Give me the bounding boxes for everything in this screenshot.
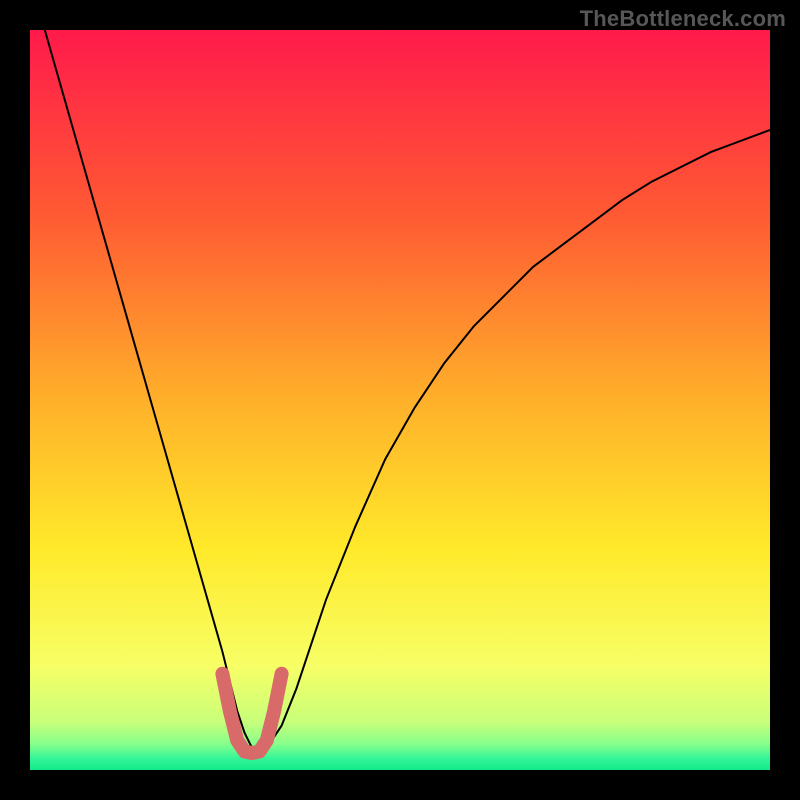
curve-layer (30, 30, 770, 770)
chart-container: TheBottleneck.com (0, 0, 800, 800)
watermark-text: TheBottleneck.com (580, 6, 786, 32)
plot-area (30, 30, 770, 770)
bottom-marker (222, 674, 281, 753)
bottleneck-curve (45, 30, 770, 752)
